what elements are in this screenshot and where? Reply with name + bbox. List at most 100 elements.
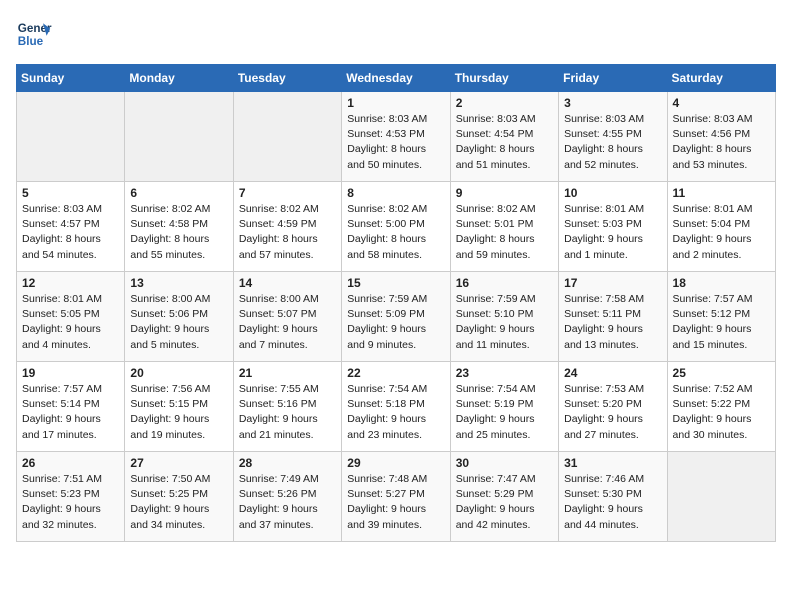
day-number: 6 <box>130 186 227 200</box>
calendar-cell: 6 Sunrise: 8:02 AM Sunset: 4:58 PM Daylig… <box>125 182 233 272</box>
day-number: 5 <box>22 186 119 200</box>
day-number: 23 <box>456 366 553 380</box>
calendar-cell: 24 Sunrise: 7:53 AM Sunset: 5:20 PM Dayli… <box>559 362 667 452</box>
day-number: 19 <box>22 366 119 380</box>
calendar-cell: 13 Sunrise: 8:00 AM Sunset: 5:06 PM Dayli… <box>125 272 233 362</box>
calendar-cell: 25 Sunrise: 7:52 AM Sunset: 5:22 PM Dayli… <box>667 362 775 452</box>
day-info: Sunrise: 8:01 AM Sunset: 5:03 PM Dayligh… <box>564 202 661 263</box>
day-number: 10 <box>564 186 661 200</box>
day-info: Sunrise: 7:50 AM Sunset: 5:25 PM Dayligh… <box>130 472 227 533</box>
day-info: Sunrise: 7:53 AM Sunset: 5:20 PM Dayligh… <box>564 382 661 443</box>
calendar-cell: 12Sunrise: 8:01 AM Sunset: 5:05 PM Dayli… <box>17 272 125 362</box>
calendar-cell: 27Sunrise: 7:50 AM Sunset: 5:25 PM Dayli… <box>125 452 233 542</box>
calendar-cell: 16 Sunrise: 7:59 AM Sunset: 5:10 PM Dayli… <box>450 272 558 362</box>
day-info: Sunrise: 8:02 AM Sunset: 4:59 PM Dayligh… <box>239 202 336 263</box>
calendar-week-row: 1Sunrise: 8:03 AM Sunset: 4:53 PM Daylig… <box>17 92 776 182</box>
svg-text:Blue: Blue <box>18 35 44 48</box>
page-header: General Blue <box>16 16 776 52</box>
day-number: 25 <box>673 366 770 380</box>
calendar-cell: 8 Sunrise: 8:02 AM Sunset: 5:00 PM Daylig… <box>342 182 450 272</box>
calendar-cell: 22Sunrise: 7:54 AM Sunset: 5:18 PM Dayli… <box>342 362 450 452</box>
calendar-cell: 15 Sunrise: 7:59 AM Sunset: 5:09 PM Dayli… <box>342 272 450 362</box>
day-info: Sunrise: 7:58 AM Sunset: 5:11 PM Dayligh… <box>564 292 661 353</box>
day-info: Sunrise: 7:55 AM Sunset: 5:16 PM Dayligh… <box>239 382 336 443</box>
weekday-header: Thursday <box>450 65 558 92</box>
weekday-header: Saturday <box>667 65 775 92</box>
calendar-cell <box>233 92 341 182</box>
day-number: 13 <box>130 276 227 290</box>
calendar-cell: 18 Sunrise: 7:57 AM Sunset: 5:12 PM Dayli… <box>667 272 775 362</box>
calendar-week-row: 5 Sunrise: 8:03 AM Sunset: 4:57 PM Daylig… <box>17 182 776 272</box>
day-number: 26 <box>22 456 119 470</box>
calendar-cell <box>125 92 233 182</box>
calendar-week-row: 26 Sunrise: 7:51 AM Sunset: 5:23 PM Dayli… <box>17 452 776 542</box>
day-info: Sunrise: 7:54 AM Sunset: 5:19 PM Dayligh… <box>456 382 553 443</box>
day-number: 15 <box>347 276 444 290</box>
day-number: 18 <box>673 276 770 290</box>
day-info: Sunrise: 8:00 AM Sunset: 5:07 PM Dayligh… <box>239 292 336 353</box>
day-info: Sunrise: 7:49 AM Sunset: 5:26 PM Dayligh… <box>239 472 336 533</box>
calendar-cell: 28 Sunrise: 7:49 AM Sunset: 5:26 PM Dayli… <box>233 452 341 542</box>
day-number: 28 <box>239 456 336 470</box>
calendar-cell: 23 Sunrise: 7:54 AM Sunset: 5:19 PM Dayli… <box>450 362 558 452</box>
calendar-cell: 9Sunrise: 8:02 AM Sunset: 5:01 PM Daylig… <box>450 182 558 272</box>
day-info: Sunrise: 7:47 AM Sunset: 5:29 PM Dayligh… <box>456 472 553 533</box>
calendar-cell: 26 Sunrise: 7:51 AM Sunset: 5:23 PM Dayli… <box>17 452 125 542</box>
day-info: Sunrise: 8:03 AM Sunset: 4:53 PM Dayligh… <box>347 112 444 173</box>
calendar-cell: 2 Sunrise: 8:03 AM Sunset: 4:54 PM Daylig… <box>450 92 558 182</box>
day-info: Sunrise: 8:03 AM Sunset: 4:55 PM Dayligh… <box>564 112 661 173</box>
day-info: Sunrise: 7:57 AM Sunset: 5:12 PM Dayligh… <box>673 292 770 353</box>
day-info: Sunrise: 7:57 AM Sunset: 5:14 PM Dayligh… <box>22 382 119 443</box>
calendar-cell: 29Sunrise: 7:48 AM Sunset: 5:27 PM Dayli… <box>342 452 450 542</box>
day-info: Sunrise: 8:03 AM Sunset: 4:56 PM Dayligh… <box>673 112 770 173</box>
day-info: Sunrise: 7:52 AM Sunset: 5:22 PM Dayligh… <box>673 382 770 443</box>
day-number: 30 <box>456 456 553 470</box>
calendar-cell: 10 Sunrise: 8:01 AM Sunset: 5:03 PM Dayli… <box>559 182 667 272</box>
day-info: Sunrise: 8:00 AM Sunset: 5:06 PM Dayligh… <box>130 292 227 353</box>
day-info: Sunrise: 7:46 AM Sunset: 5:30 PM Dayligh… <box>564 472 661 533</box>
day-number: 2 <box>456 96 553 110</box>
calendar-cell: 19 Sunrise: 7:57 AM Sunset: 5:14 PM Dayli… <box>17 362 125 452</box>
day-number: 20 <box>130 366 227 380</box>
weekday-header: Tuesday <box>233 65 341 92</box>
calendar-cell: 4 Sunrise: 8:03 AM Sunset: 4:56 PM Daylig… <box>667 92 775 182</box>
calendar-cell <box>17 92 125 182</box>
day-number: 16 <box>456 276 553 290</box>
day-number: 24 <box>564 366 661 380</box>
day-info: Sunrise: 7:59 AM Sunset: 5:09 PM Dayligh… <box>347 292 444 353</box>
weekday-header: Monday <box>125 65 233 92</box>
calendar-cell: 5 Sunrise: 8:03 AM Sunset: 4:57 PM Daylig… <box>17 182 125 272</box>
logo-icon: General Blue <box>16 16 52 52</box>
day-info: Sunrise: 7:51 AM Sunset: 5:23 PM Dayligh… <box>22 472 119 533</box>
weekday-header: Wednesday <box>342 65 450 92</box>
day-info: Sunrise: 7:56 AM Sunset: 5:15 PM Dayligh… <box>130 382 227 443</box>
day-number: 17 <box>564 276 661 290</box>
calendar-cell <box>667 452 775 542</box>
day-number: 11 <box>673 186 770 200</box>
day-number: 31 <box>564 456 661 470</box>
day-info: Sunrise: 8:02 AM Sunset: 4:58 PM Dayligh… <box>130 202 227 263</box>
day-info: Sunrise: 8:03 AM Sunset: 4:54 PM Dayligh… <box>456 112 553 173</box>
day-info: Sunrise: 8:01 AM Sunset: 5:05 PM Dayligh… <box>22 292 119 353</box>
calendar-cell: 30 Sunrise: 7:47 AM Sunset: 5:29 PM Dayli… <box>450 452 558 542</box>
day-info: Sunrise: 7:59 AM Sunset: 5:10 PM Dayligh… <box>456 292 553 353</box>
calendar-cell: 14 Sunrise: 8:00 AM Sunset: 5:07 PM Dayli… <box>233 272 341 362</box>
day-number: 9 <box>456 186 553 200</box>
calendar-cell: 3Sunrise: 8:03 AM Sunset: 4:55 PM Daylig… <box>559 92 667 182</box>
day-number: 21 <box>239 366 336 380</box>
day-number: 14 <box>239 276 336 290</box>
calendar-cell: 21 Sunrise: 7:55 AM Sunset: 5:16 PM Dayli… <box>233 362 341 452</box>
calendar-cell: 31 Sunrise: 7:46 AM Sunset: 5:30 PM Dayli… <box>559 452 667 542</box>
calendar-table: SundayMondayTuesdayWednesdayThursdayFrid… <box>16 64 776 542</box>
calendar-cell: 20 Sunrise: 7:56 AM Sunset: 5:15 PM Dayli… <box>125 362 233 452</box>
calendar-cell: 1Sunrise: 8:03 AM Sunset: 4:53 PM Daylig… <box>342 92 450 182</box>
day-number: 7 <box>239 186 336 200</box>
weekday-header: Sunday <box>17 65 125 92</box>
day-number: 8 <box>347 186 444 200</box>
calendar-header: SundayMondayTuesdayWednesdayThursdayFrid… <box>17 65 776 92</box>
logo: General Blue <box>16 16 52 52</box>
day-number: 4 <box>673 96 770 110</box>
day-info: Sunrise: 8:02 AM Sunset: 5:00 PM Dayligh… <box>347 202 444 263</box>
calendar-cell: 11Sunrise: 8:01 AM Sunset: 5:04 PM Dayli… <box>667 182 775 272</box>
day-info: Sunrise: 8:03 AM Sunset: 4:57 PM Dayligh… <box>22 202 119 263</box>
